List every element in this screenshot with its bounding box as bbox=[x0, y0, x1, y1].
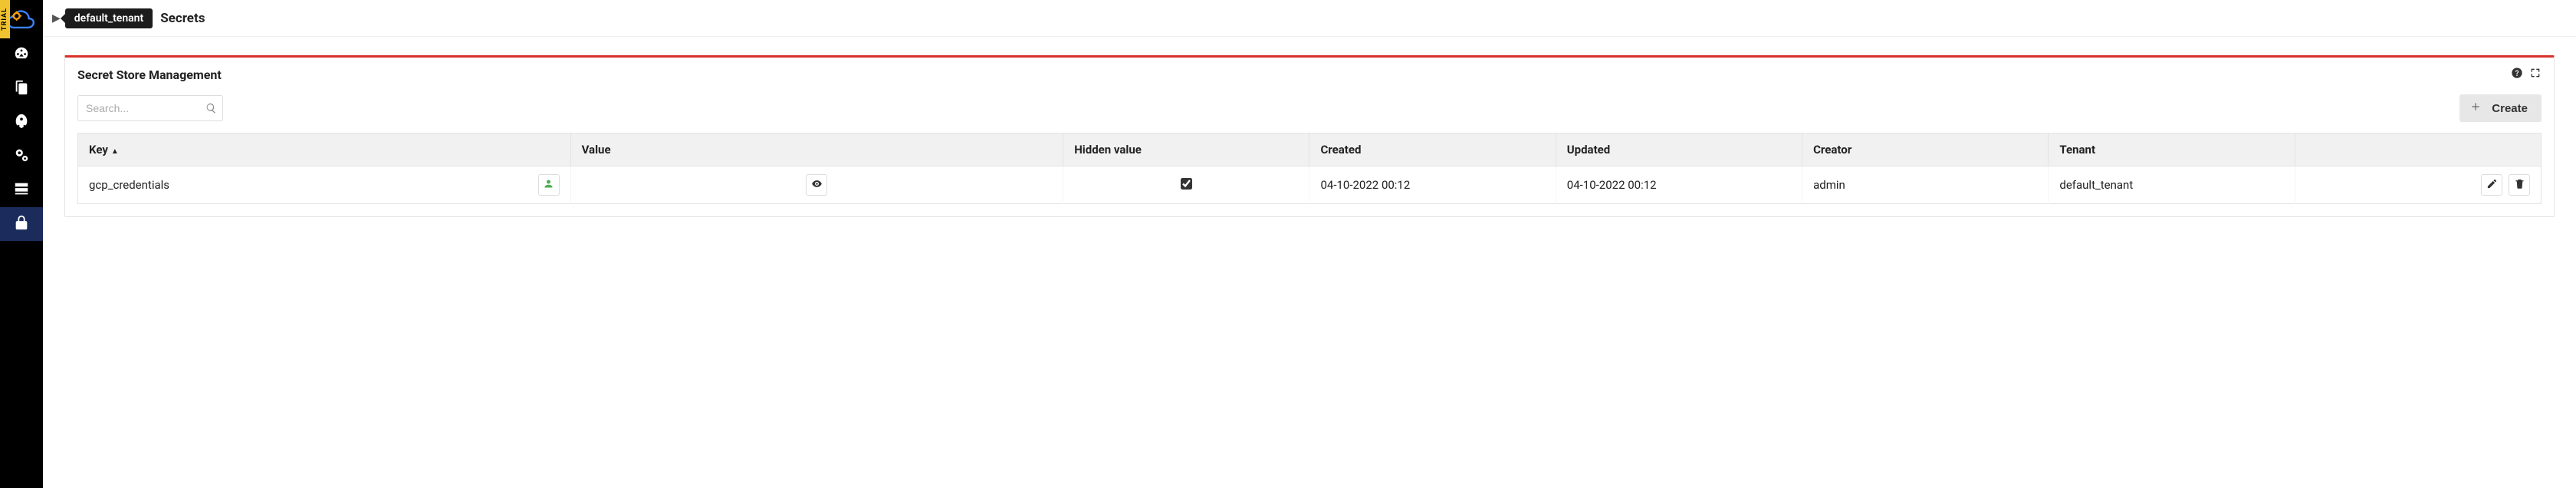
main-area: ▶ default_tenant Secrets Secret Store Ma… bbox=[43, 0, 2576, 488]
secret-key: gcp_credentials bbox=[89, 178, 169, 192]
trial-badge: TRIAL bbox=[0, 0, 10, 38]
page-title: Secrets bbox=[160, 11, 205, 26]
plus-icon bbox=[2470, 101, 2481, 115]
owner-badge[interactable] bbox=[538, 174, 560, 196]
panel-toolbar: Create bbox=[65, 87, 2554, 133]
search-input[interactable] bbox=[77, 95, 223, 121]
secrets-table: Key▲ Value Hidden value Created Updated … bbox=[77, 133, 2542, 204]
column-updated[interactable]: Updated bbox=[1556, 134, 1802, 167]
column-tenant[interactable]: Tenant bbox=[2049, 134, 2295, 167]
create-button[interactable]: Create bbox=[2459, 94, 2542, 122]
table-header-row: Key▲ Value Hidden value Created Updated … bbox=[78, 134, 2542, 167]
column-created[interactable]: Created bbox=[1309, 134, 1556, 167]
expand-icon[interactable] bbox=[2529, 67, 2542, 82]
table-row: gcp_credentials bbox=[78, 167, 2542, 204]
search-wrap bbox=[77, 95, 223, 121]
sort-asc-icon: ▲ bbox=[111, 147, 119, 156]
chevron-right-icon: ▶ bbox=[52, 12, 61, 25]
column-hidden-value[interactable]: Hidden value bbox=[1063, 134, 1309, 167]
user-icon bbox=[543, 178, 554, 193]
help-icon[interactable] bbox=[2511, 67, 2523, 82]
sidebar: TRIAL bbox=[0, 0, 43, 488]
create-button-label: Create bbox=[2492, 102, 2528, 115]
sidebar-item-settings[interactable] bbox=[0, 140, 43, 173]
sidebar-item-secrets[interactable] bbox=[0, 207, 43, 241]
panel-title: Secret Store Management bbox=[77, 68, 222, 82]
lock-icon bbox=[13, 214, 30, 234]
secrets-panel: Secret Store Management bbox=[64, 55, 2555, 217]
secret-created: 04-10-2022 00:12 bbox=[1309, 167, 1556, 204]
sidebar-item-files[interactable] bbox=[0, 72, 43, 106]
panel-header: Secret Store Management bbox=[65, 58, 2554, 87]
edit-icon bbox=[2486, 178, 2498, 193]
sidebar-item-servers[interactable] bbox=[0, 173, 43, 207]
secret-creator: admin bbox=[1802, 167, 2049, 204]
column-creator[interactable]: Creator bbox=[1802, 134, 2049, 167]
content: Secret Store Management bbox=[43, 37, 2576, 488]
reveal-value-button[interactable] bbox=[806, 174, 827, 196]
edit-button[interactable] bbox=[2481, 174, 2502, 196]
sidebar-item-deploy[interactable] bbox=[0, 106, 43, 140]
gauge-icon bbox=[13, 45, 30, 65]
column-actions bbox=[2295, 134, 2541, 167]
files-icon bbox=[13, 79, 30, 99]
delete-button[interactable] bbox=[2509, 174, 2530, 196]
server-icon bbox=[13, 180, 30, 200]
topbar: ▶ default_tenant Secrets bbox=[43, 0, 2576, 37]
trash-icon bbox=[2514, 178, 2525, 193]
column-value[interactable]: Value bbox=[570, 134, 1063, 167]
tenant-breadcrumb[interactable]: default_tenant bbox=[65, 8, 153, 28]
rocket-icon bbox=[13, 113, 30, 133]
gears-icon bbox=[13, 147, 30, 167]
eye-icon bbox=[811, 178, 823, 193]
sidebar-item-dashboard[interactable] bbox=[0, 38, 43, 72]
column-key[interactable]: Key▲ bbox=[78, 134, 571, 167]
secret-updated: 04-10-2022 00:12 bbox=[1556, 167, 1802, 204]
secret-tenant: default_tenant bbox=[2049, 167, 2295, 204]
hidden-value-checkbox[interactable] bbox=[1181, 178, 1192, 190]
